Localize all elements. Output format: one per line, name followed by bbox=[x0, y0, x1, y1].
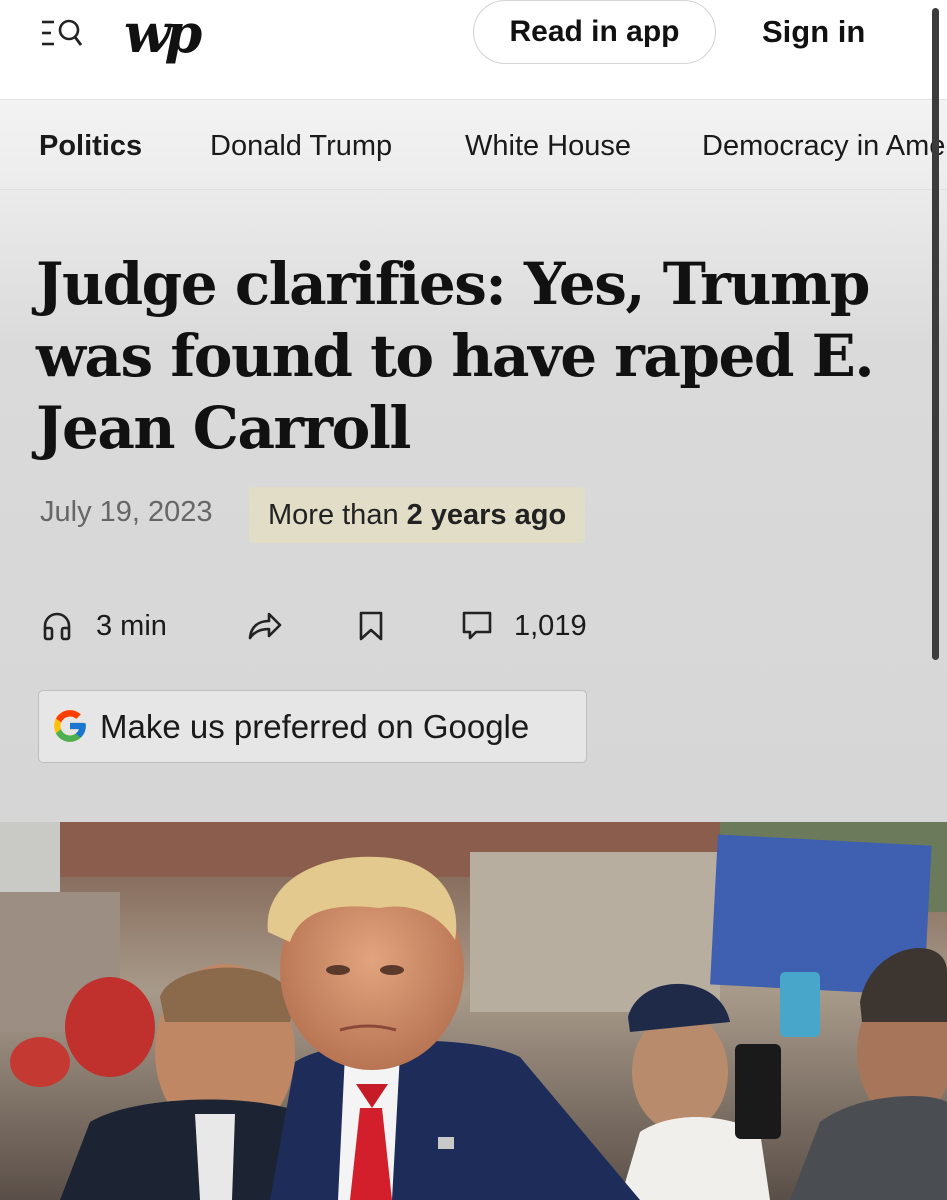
age-prefix: More than bbox=[268, 498, 399, 531]
headphones-icon[interactable] bbox=[41, 610, 73, 642]
listen-duration[interactable]: 3 min bbox=[96, 606, 167, 646]
nav-item-politics[interactable]: Politics bbox=[39, 126, 142, 166]
google-g-icon bbox=[54, 710, 86, 742]
google-preferred-button[interactable]: Make us preferred on Google bbox=[38, 690, 587, 763]
comment-count[interactable]: 1,019 bbox=[514, 606, 587, 646]
comment-icon[interactable] bbox=[461, 610, 493, 642]
nav-item-donald-trump[interactable]: Donald Trump bbox=[210, 126, 392, 166]
google-preferred-label: Make us preferred on Google bbox=[100, 708, 530, 745]
washington-post-logo[interactable]: wp bbox=[124, 2, 202, 64]
scrollbar-thumb[interactable] bbox=[932, 8, 939, 660]
article-tools: 3 min 1,019 bbox=[0, 596, 947, 656]
article-age-badge: More than 2 years ago bbox=[249, 487, 586, 543]
article-header: Judge clarifies: Yes, Trump was found to… bbox=[0, 190, 947, 822]
age-value: 2 years ago bbox=[406, 498, 567, 531]
read-in-app-button[interactable]: Read in app bbox=[473, 0, 716, 64]
sign-in-link[interactable]: Sign in bbox=[762, 8, 865, 56]
article-headline: Judge clarifies: Yes, Trump was found to… bbox=[36, 250, 875, 462]
article-lead-photo bbox=[0, 822, 947, 1200]
lead-photo-illustration bbox=[0, 822, 947, 1200]
nav-item-white-house[interactable]: White House bbox=[465, 126, 631, 166]
nav-item-democracy-in-america[interactable]: Democracy in America bbox=[702, 126, 947, 166]
bookmark-icon[interactable] bbox=[357, 610, 385, 642]
publish-date: July 19, 2023 bbox=[40, 496, 213, 528]
share-icon[interactable] bbox=[247, 610, 283, 642]
menu-search-icon[interactable] bbox=[40, 17, 86, 51]
section-nav: Politics Donald Trump White House Democr… bbox=[0, 100, 947, 190]
top-bar: wp Read in app Sign in bbox=[0, 0, 947, 100]
